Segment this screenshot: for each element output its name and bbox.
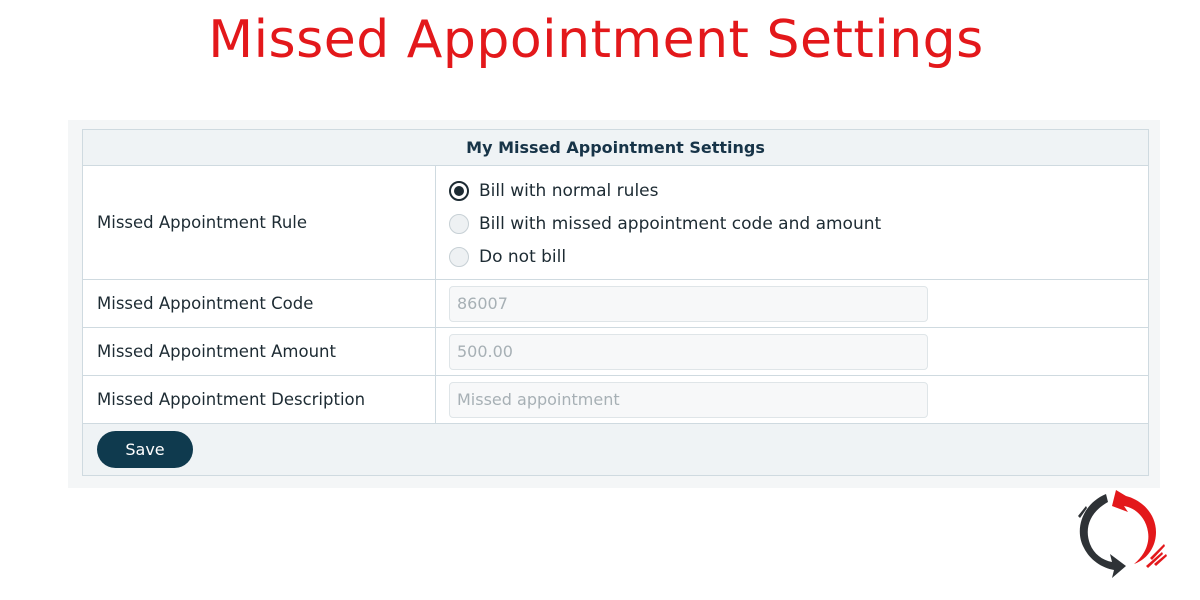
radio-button-checked[interactable]: [449, 180, 469, 201]
code-input[interactable]: 86007: [449, 285, 928, 322]
rule-label: Missed Appointment Rule: [83, 166, 436, 279]
description-field-cell: Missed appointment: [436, 376, 1148, 423]
amount-field-cell: 500.00: [436, 328, 1148, 375]
save-button[interactable]: Save: [97, 431, 193, 468]
page-title: Missed Appointment Settings: [208, 10, 984, 70]
description-row: Missed Appointment Description Missed ap…: [83, 376, 1148, 424]
radio-option-missed-code[interactable]: Bill with missed appointment code and am…: [449, 213, 882, 234]
amount-input[interactable]: 500.00: [449, 333, 928, 370]
panel-footer: Save: [83, 424, 1148, 475]
radio-option-label: Bill with normal rules: [479, 180, 659, 201]
radio-option-label: Bill with missed appointment code and am…: [479, 213, 882, 234]
code-field-cell: 86007: [436, 280, 1148, 327]
amount-label: Missed Appointment Amount: [83, 328, 436, 375]
description-label: Missed Appointment Description: [83, 376, 436, 423]
radio-option-do-not-bill[interactable]: Do not bill: [449, 246, 881, 267]
refresh-arrows-logo-icon: [1078, 490, 1167, 578]
panel-header: My Missed Appointment Settings: [83, 130, 1148, 166]
code-label: Missed Appointment Code: [83, 280, 436, 327]
radio-button[interactable]: [449, 213, 469, 234]
rule-radio-group: Bill with normal rules Bill with missed …: [449, 179, 881, 267]
radio-option-label: Do not bill: [479, 246, 567, 267]
code-row: Missed Appointment Code 86007: [83, 280, 1148, 328]
settings-panel: My Missed Appointment Settings Missed Ap…: [82, 129, 1149, 476]
rule-field: Bill with normal rules Bill with missed …: [436, 166, 1148, 279]
rule-row: Missed Appointment Rule Bill with normal…: [83, 166, 1148, 280]
description-input[interactable]: Missed appointment: [449, 381, 928, 418]
radio-button[interactable]: [449, 246, 469, 267]
amount-row: Missed Appointment Amount 500.00: [83, 328, 1148, 376]
radio-option-normal-rules[interactable]: Bill with normal rules: [449, 180, 881, 201]
